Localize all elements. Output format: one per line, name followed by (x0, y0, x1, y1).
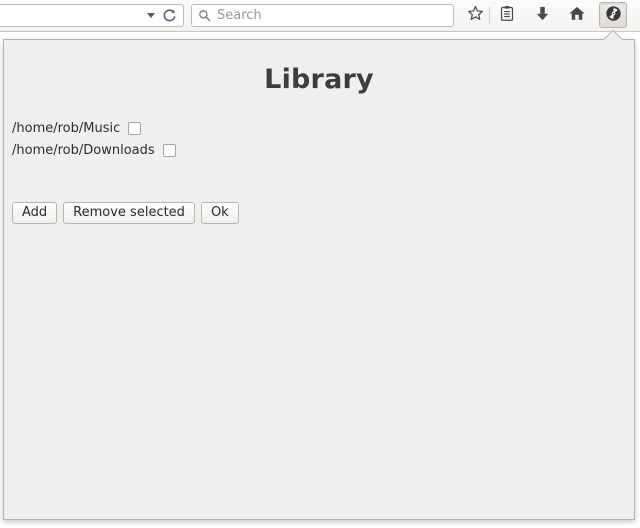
page-title: Library (264, 64, 374, 95)
library-folder-list: /home/rob/Music /home/rob/Downloads (12, 117, 176, 161)
toolbar-separator (489, 7, 490, 24)
url-input[interactable] (0, 7, 145, 24)
panel-arrow-pointer (602, 30, 624, 40)
reload-icon[interactable] (161, 7, 178, 24)
home-icon (568, 5, 586, 26)
folder-checkbox[interactable] (162, 143, 176, 157)
url-bar[interactable] (0, 4, 184, 27)
browser-toolbar (0, 0, 640, 32)
chevron-down-icon[interactable] (147, 13, 155, 18)
folder-path-label: /home/rob/Downloads (12, 142, 155, 158)
folder-path-label: /home/rob/Music (12, 120, 121, 136)
panel-button-row: Add Remove selected Ok (12, 202, 239, 224)
library-icon (499, 5, 515, 26)
search-bar[interactable] (191, 4, 454, 27)
library-button[interactable] (494, 3, 520, 28)
downloads-button[interactable] (529, 3, 555, 28)
add-button[interactable]: Add (12, 202, 58, 224)
disc-icon (605, 5, 622, 26)
home-button[interactable] (564, 3, 590, 28)
search-icon (198, 9, 211, 22)
bookmark-button[interactable] (462, 3, 488, 28)
download-arrow-icon (535, 5, 550, 26)
remove-selected-button[interactable]: Remove selected (63, 202, 195, 224)
star-icon (467, 5, 484, 26)
folder-checkbox[interactable] (128, 121, 142, 135)
url-bar-container (0, 4, 184, 27)
list-item: /home/rob/Music (12, 117, 176, 139)
media-panel-button[interactable] (599, 2, 627, 28)
list-item: /home/rob/Downloads (12, 139, 176, 161)
ok-button[interactable]: Ok (200, 202, 239, 224)
search-input[interactable] (211, 7, 447, 24)
library-panel: Library /home/rob/Music /home/rob/Downlo… (3, 39, 635, 520)
